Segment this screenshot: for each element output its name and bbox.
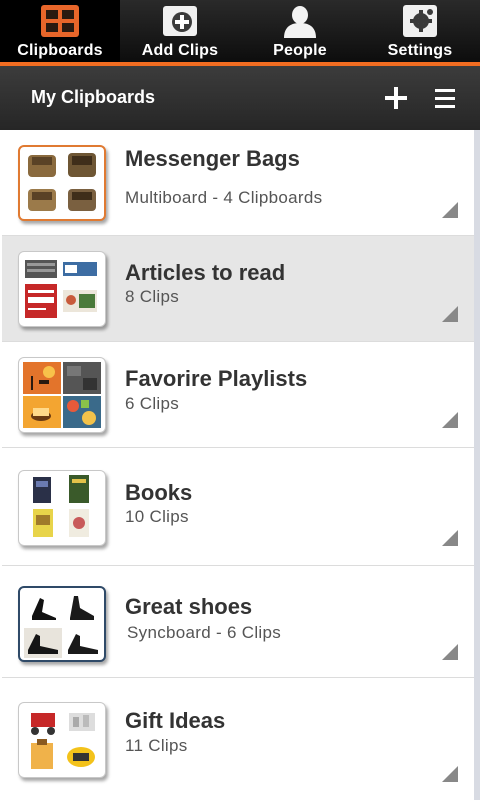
corner-triangle-icon [442, 412, 458, 428]
list-item-books[interactable]: Books 10 Clips [2, 448, 474, 566]
list-item-gift-ideas[interactable]: Gift Ideas 11 Clips [2, 678, 474, 800]
clipboard-subtitle: 8 Clips [125, 287, 180, 306]
tab-settings[interactable]: Settings [360, 0, 480, 62]
clipboard-title: Gift Ideas [125, 708, 226, 733]
clipboard-thumbnail [18, 586, 106, 662]
clipboard-subtitle: Syncboard - 6 Clips [127, 623, 282, 642]
clipboard-title: Articles to read [125, 260, 286, 285]
clipboard-subtitle: Multiboard - 4 Clipboards [125, 188, 323, 207]
page-title: My Clipboards [31, 87, 156, 107]
clipboard-thumbnail [18, 702, 106, 778]
clipboard-title: Great shoes [125, 594, 253, 619]
list-item-articles-to-read[interactable]: Articles to read 8 Clips [2, 236, 474, 342]
clipboard-thumbnail [18, 357, 106, 433]
clipboard-list: Messenger Bags Multiboard - 4 Clipboards… [0, 130, 474, 800]
clipboards-grid-icon [40, 4, 80, 38]
action-bar: My Clipboards [0, 66, 480, 130]
list-item-favorire-playlists[interactable]: Favorire Playlists 6 Clips [2, 342, 474, 448]
overflow-menu-button[interactable] [428, 80, 462, 116]
list-scrollbar[interactable] [474, 130, 480, 800]
clipboard-thumbnail [18, 145, 106, 221]
tab-clipboards[interactable]: Clipboards [0, 0, 120, 62]
person-icon [280, 4, 320, 38]
add-clip-icon [160, 4, 200, 38]
corner-triangle-icon [442, 530, 458, 546]
corner-triangle-icon [442, 766, 458, 782]
clipboard-thumbnail [18, 251, 106, 327]
tab-clipboards-label: Clipboards [17, 42, 103, 59]
corner-triangle-icon [442, 202, 458, 218]
clipboard-subtitle: 6 Clips [125, 394, 180, 413]
list-item-great-shoes[interactable]: Great shoes Syncboard - 6 Clips [2, 566, 474, 678]
corner-triangle-icon [442, 306, 458, 322]
clipboard-title: Messenger Bags [125, 146, 300, 171]
clipboard-title: Favorire Playlists [125, 366, 308, 391]
tab-people[interactable]: People [240, 0, 360, 62]
tab-people-label: People [273, 42, 327, 59]
tab-add-clips[interactable]: Add Clips [120, 0, 240, 62]
settings-gear-icon [400, 4, 440, 38]
tab-add-clips-label: Add Clips [141, 42, 219, 59]
clipboard-subtitle: 10 Clips [125, 507, 189, 526]
clipboard-title: Books [125, 480, 193, 505]
plus-icon [385, 87, 407, 109]
clipboard-thumbnail [18, 470, 106, 546]
add-clipboard-button[interactable] [380, 80, 412, 116]
menu-lines-icon [435, 89, 455, 108]
tab-settings-label: Settings [387, 42, 453, 59]
corner-triangle-icon [442, 644, 458, 660]
clipboard-subtitle: 11 Clips [125, 736, 188, 755]
list-item-messenger-bags[interactable]: Messenger Bags Multiboard - 4 Clipboards [2, 130, 474, 236]
top-tab-bar: Clipboards Add Clips People Settings [0, 0, 480, 64]
